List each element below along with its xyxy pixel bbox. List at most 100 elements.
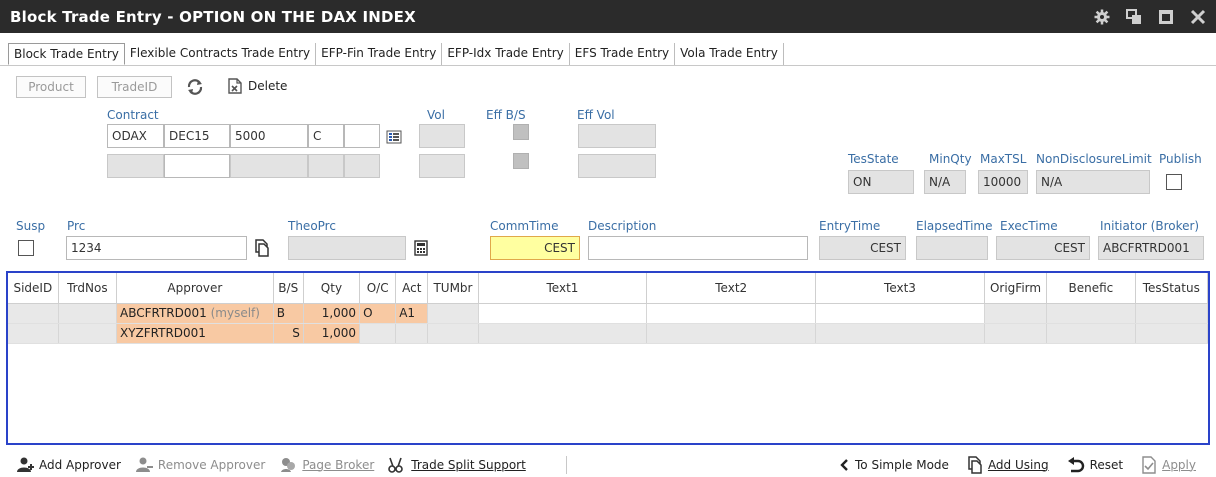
add-using-button[interactable]: Add Using	[967, 455, 1049, 474]
col-approver[interactable]: Approver	[116, 273, 274, 304]
col-text1[interactable]: Text1	[478, 273, 648, 304]
tab-efp-idx[interactable]: EFP-Idx Trade Entry	[442, 43, 570, 65]
cell-oc[interactable]: O	[359, 303, 397, 324]
contract-extra-field[interactable]	[344, 124, 380, 148]
footer-toolbar: Add Approver Remove Approver Page Broker…	[0, 452, 1216, 477]
nondisclosure-label: NonDisclosureLimit	[1036, 152, 1152, 166]
col-act[interactable]: Act	[395, 273, 429, 304]
initiator-label: Initiator (Broker)	[1100, 219, 1200, 233]
refresh-icon[interactable]	[186, 78, 204, 96]
description-label: Description	[588, 219, 657, 233]
susp-checkbox[interactable]	[18, 240, 34, 256]
minqty-field: N/A	[924, 170, 966, 194]
delete-document-icon[interactable]	[226, 77, 244, 95]
contract-strike-field[interactable]: 5000	[230, 124, 308, 148]
apply-label: Apply	[1162, 457, 1196, 472]
cell-bs[interactable]: B	[273, 303, 304, 324]
col-bs[interactable]: B/S	[273, 273, 304, 304]
cell-sideid	[8, 323, 59, 344]
scissors-icon	[388, 457, 404, 473]
window-title: Block Trade Entry - OPTION ON THE DAX IN…	[10, 7, 416, 26]
approver-grid[interactable]: SideID TrdNos Approver B/S Qty O/C Act T…	[6, 271, 1210, 445]
description-field[interactable]	[588, 236, 808, 260]
gear-icon[interactable]	[1094, 9, 1110, 25]
apply-button[interactable]: Apply	[1141, 455, 1196, 474]
maxtsl-field: 10000	[978, 170, 1028, 194]
eff-bs-indicator-2	[513, 153, 529, 169]
cell-benefic	[1046, 303, 1136, 324]
contract-picker-icon[interactable]	[386, 129, 402, 145]
col-text3[interactable]: Text3	[815, 273, 985, 304]
vol-field-2	[419, 154, 465, 178]
contract-callput-field[interactable]: C	[308, 124, 344, 148]
tab-strip: Block Trade Entry Flexible Contracts Tra…	[0, 43, 1216, 66]
remove-approver-label: Remove Approver	[157, 457, 266, 472]
col-origfirm[interactable]: OrigFirm	[984, 273, 1048, 304]
tab-flexible-contracts[interactable]: Flexible Contracts Trade Entry	[125, 43, 317, 65]
tab-vola[interactable]: Vola Trade Entry	[675, 43, 784, 65]
eff-vol-field-2	[578, 154, 656, 178]
trade-split-support-button[interactable]: Trade Split Support	[388, 457, 526, 473]
cell-benefic	[1046, 323, 1136, 344]
leg2-expiry-field[interactable]	[164, 154, 230, 178]
product-button[interactable]: Product	[16, 76, 86, 98]
tab-block-trade-entry[interactable]: Block Trade Entry	[8, 43, 125, 65]
table-row[interactable]: XYZFRTRD001 S 1,000	[8, 323, 1208, 344]
price-field[interactable]: 1234	[66, 236, 247, 260]
commtime-field[interactable]: CEST	[490, 236, 580, 260]
add-approver-label: Add Approver	[39, 457, 121, 472]
add-user-icon	[17, 457, 34, 472]
reset-button[interactable]: Reset	[1067, 456, 1123, 473]
exectime-field: CEST	[996, 236, 1090, 260]
cell-bs[interactable]: S	[273, 323, 304, 344]
col-qty[interactable]: Qty	[303, 273, 361, 304]
to-simple-mode-button[interactable]: To Simple Mode	[838, 458, 949, 472]
col-tumbr[interactable]: TUMbr	[427, 273, 479, 304]
cell-text1[interactable]	[478, 303, 648, 324]
tab-efs[interactable]: EFS Trade Entry	[570, 43, 676, 65]
vol-label: Vol	[427, 108, 445, 122]
col-tesstatus[interactable]: TesStatus	[1135, 273, 1208, 304]
tradeid-button[interactable]: TradeID	[97, 76, 172, 98]
grid-header-row: SideID TrdNos Approver B/S Qty O/C Act T…	[8, 273, 1208, 304]
entrytime-label: EntryTime	[819, 219, 881, 233]
remove-approver-button[interactable]: Remove Approver	[135, 457, 265, 473]
contract-product-field[interactable]: ODAX	[107, 124, 164, 148]
approver-name: ABCFRTRD001	[119, 306, 207, 320]
cell-text3[interactable]	[815, 303, 985, 324]
delete-button[interactable]: Delete	[248, 79, 287, 93]
col-oc[interactable]: O/C	[359, 273, 397, 304]
copy-icon[interactable]	[254, 239, 270, 257]
maximize-icon[interactable]	[1158, 9, 1174, 25]
cell-trdnos	[58, 323, 117, 344]
add-approver-button[interactable]: Add Approver	[16, 457, 121, 473]
col-benefic[interactable]: Benefic	[1046, 273, 1136, 304]
cell-text1	[478, 323, 648, 344]
copy-icon	[968, 455, 982, 474]
cell-approver[interactable]: ABCFRTRD001 (myself)	[116, 303, 274, 324]
restore-icon[interactable]	[1126, 8, 1142, 25]
cell-qty[interactable]: 1,000	[303, 323, 361, 344]
elapsedtime-label: ElapsedTime	[916, 219, 993, 233]
tab-efp-fin[interactable]: EFP-Fin Trade Entry	[316, 43, 443, 65]
close-icon[interactable]	[1190, 9, 1206, 25]
cell-approver[interactable]: XYZFRTRD001	[116, 323, 274, 344]
susp-label: Susp	[16, 219, 46, 233]
exectime-label: ExecTime	[1000, 219, 1058, 233]
cell-text2[interactable]	[646, 303, 817, 324]
prc-label: Prc	[67, 219, 86, 233]
table-row[interactable]: ABCFRTRD001 (myself) B 1,000 O A1	[8, 303, 1208, 324]
calculator-icon[interactable]	[413, 239, 429, 257]
page-broker-button[interactable]: Page Broker	[279, 457, 374, 473]
col-text2[interactable]: Text2	[646, 273, 817, 304]
publish-checkbox[interactable]	[1166, 174, 1182, 190]
eff-vol-field-1	[578, 124, 656, 148]
contract-expiry-field[interactable]: DEC15	[164, 124, 230, 148]
cell-tumbr	[427, 303, 479, 324]
cell-act[interactable]: A1	[395, 303, 429, 324]
add-using-label: Add Using	[987, 457, 1049, 472]
footer-divider	[565, 455, 567, 474]
cell-qty[interactable]: 1,000	[303, 303, 361, 324]
col-sideid[interactable]: SideID	[8, 273, 59, 304]
col-trdnos[interactable]: TrdNos	[58, 273, 117, 304]
